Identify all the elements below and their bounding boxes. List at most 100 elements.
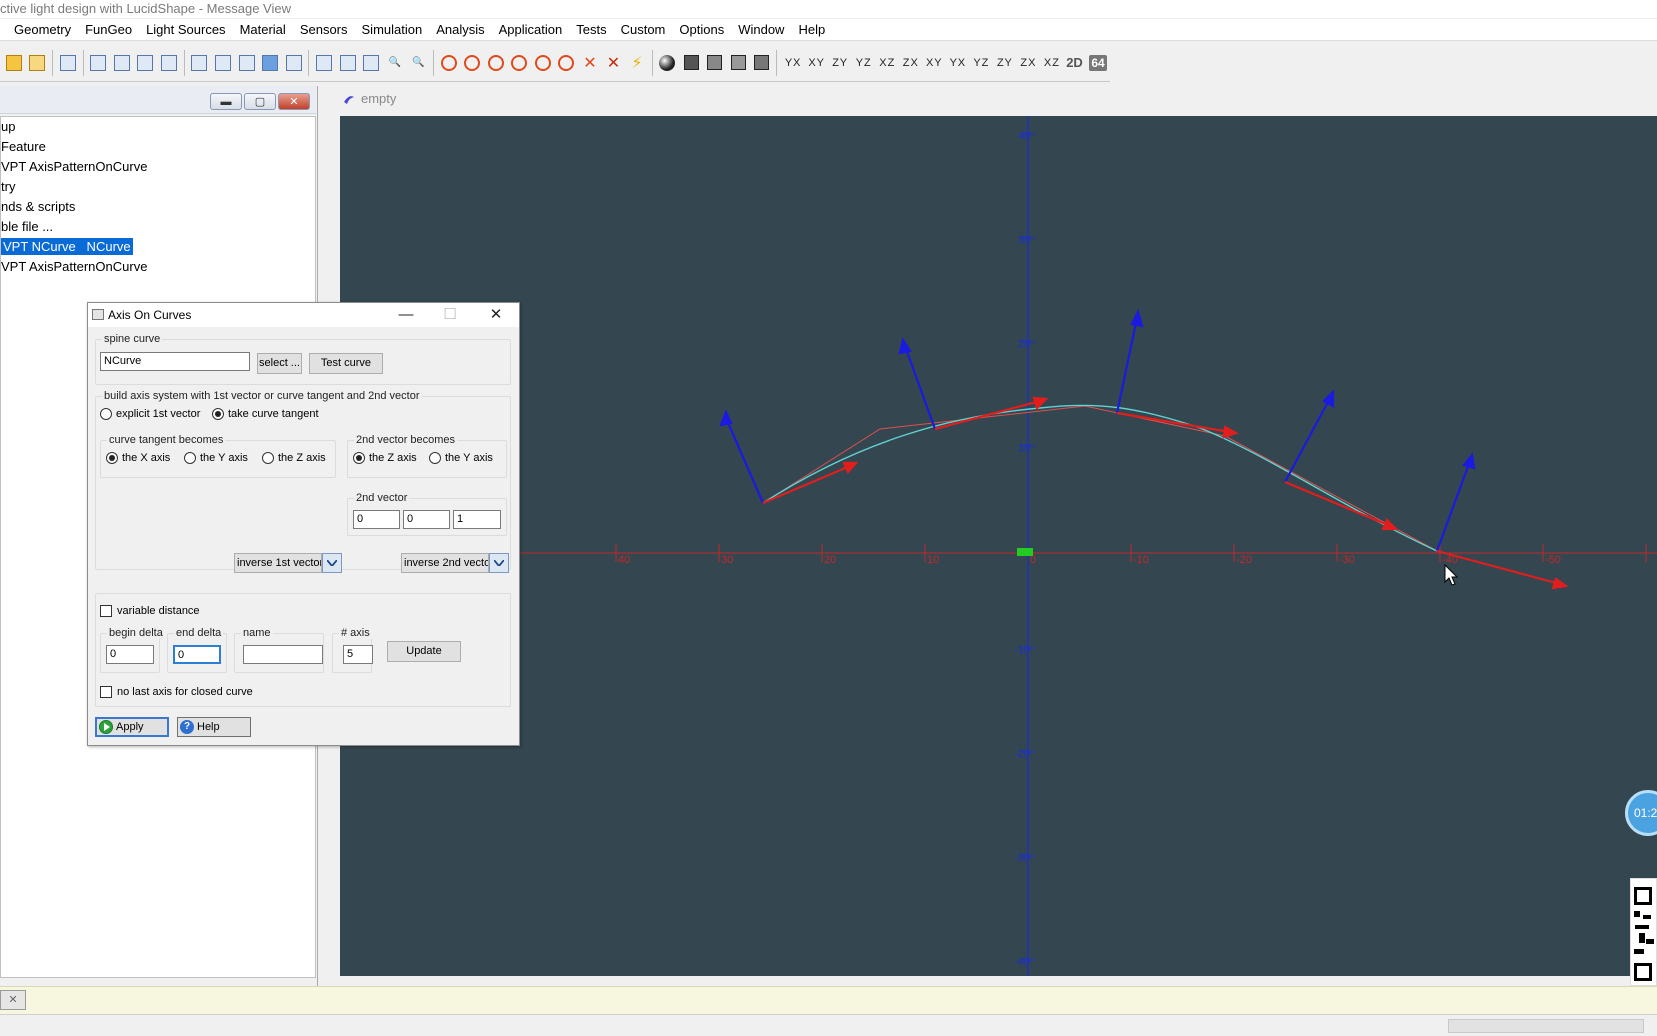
menu-geometry[interactable]: Geometry [0, 19, 78, 41]
menu-application[interactable]: Application [492, 19, 570, 41]
view-yx-icon[interactable]: Y X [782, 53, 802, 73]
explicit-1st-vector-radio[interactable]: explicit 1st vector [100, 408, 200, 420]
grid-m-icon[interactable] [486, 53, 506, 73]
view-xz-icon[interactable]: X Z [876, 53, 896, 73]
tangent-z-axis-radio[interactable]: the Z axis [262, 452, 326, 464]
test-curve-button[interactable]: Test curve [309, 353, 383, 374]
num-axis-input[interactable]: 5 [343, 645, 373, 664]
spine-curve-input[interactable]: NCurve [100, 352, 250, 371]
tree-item[interactable]: ble file ... [1, 217, 315, 237]
menu-light-sources[interactable]: Light Sources [139, 19, 233, 41]
boxes-icon[interactable] [752, 53, 772, 73]
view-zx-icon[interactable]: Z X [900, 53, 920, 73]
clear-messages-icon[interactable]: ✕ [0, 990, 26, 1010]
zoom-in-icon[interactable]: 🔍 [385, 53, 405, 73]
no-last-axis-checkbox[interactable]: no last axis for closed curve [100, 686, 253, 698]
restore-button[interactable]: ▢ [244, 93, 276, 110]
mesh-icon[interactable] [705, 53, 725, 73]
menu-options[interactable]: Options [672, 19, 731, 41]
variable-distance-checkbox[interactable]: variable distance [100, 605, 200, 617]
take-curve-tangent-radio[interactable]: take curve tangent [212, 408, 319, 420]
raster-icon[interactable] [260, 53, 280, 73]
view-2d-button[interactable]: 2D [1065, 53, 1085, 73]
lightning-icon[interactable]: ⚡ [627, 53, 647, 73]
view-xy2-icon[interactable]: X Y [924, 53, 944, 73]
blue-vector [724, 417, 765, 504]
cascade-windows-icon[interactable] [89, 53, 109, 73]
menu-help[interactable]: Help [791, 19, 832, 41]
layout-icon[interactable] [314, 53, 334, 73]
grid-r-icon[interactable] [533, 53, 553, 73]
grid-g-icon[interactable] [439, 53, 459, 73]
delete-all-icon[interactable]: ✕ [604, 53, 624, 73]
view-zy2-icon[interactable]: Z Y [994, 53, 1014, 73]
begin-delta-input[interactable]: 0 [106, 645, 154, 664]
close-button[interactable]: ✕ [278, 93, 310, 110]
menu-fungeo[interactable]: FunGeo [78, 19, 139, 41]
grid-icon[interactable] [462, 53, 482, 73]
tree-item-selected[interactable]: VPT NCurve NCurve [1, 237, 315, 257]
second-vector-z-input[interactable]: 1 [453, 510, 501, 529]
zoom-out-icon[interactable]: 🔍 [408, 53, 428, 73]
tangent-y-axis-radio[interactable]: the Y axis [184, 452, 248, 464]
view-zy-icon[interactable]: Z Y [829, 53, 849, 73]
minimize-icon[interactable]: — [384, 303, 428, 327]
menu-custom[interactable]: Custom [614, 19, 673, 41]
tile-vertical-icon[interactable] [112, 53, 132, 73]
name-input[interactable] [243, 645, 323, 664]
tree-item[interactable]: try [1, 177, 315, 197]
menu-window[interactable]: Window [731, 19, 791, 41]
apply-button[interactable]: Apply [95, 717, 169, 737]
view-yz2-icon[interactable]: Y Z [971, 53, 991, 73]
zoom-all-icon[interactable] [361, 53, 381, 73]
menu-simulation[interactable]: Simulation [355, 19, 430, 41]
fit-view-icon[interactable] [338, 53, 358, 73]
second-y-axis-radio[interactable]: the Y axis [429, 452, 493, 464]
open-folder-icon[interactable] [4, 53, 24, 73]
view-zx2-icon[interactable]: Z X [1018, 53, 1038, 73]
end-delta-input[interactable]: 0 [173, 645, 221, 664]
wire-icon[interactable] [728, 53, 748, 73]
help-button[interactable]: ? Help [177, 717, 251, 737]
view-xy-icon[interactable]: X Y [806, 53, 826, 73]
grid-alt-icon[interactable] [557, 53, 577, 73]
menu-sensors[interactable]: Sensors [293, 19, 355, 41]
delete-grid-icon[interactable]: ✕ [580, 53, 600, 73]
view-tab[interactable]: empty [333, 88, 396, 110]
grid-b-icon[interactable] [510, 53, 530, 73]
view-yz-icon[interactable]: Y Z [853, 53, 873, 73]
select-curve-button[interactable]: select ... [257, 353, 302, 374]
close-icon[interactable]: ✕ [474, 303, 518, 327]
chart-icon[interactable] [190, 53, 210, 73]
second-z-axis-radio[interactable]: the Z axis [353, 452, 417, 464]
view-yx2-icon[interactable]: Y X [947, 53, 967, 73]
second-vector-y-input[interactable]: 0 [403, 510, 450, 529]
shading-icon[interactable] [658, 53, 678, 73]
menu-material[interactable]: Material [233, 19, 293, 41]
print-icon[interactable] [58, 53, 78, 73]
tile-horizontal-icon[interactable] [136, 53, 156, 73]
view-xz2-icon[interactable]: X Z [1041, 53, 1061, 73]
status-scrollbar[interactable] [1448, 1019, 1644, 1033]
view-64-button[interactable]: 64 [1088, 53, 1108, 73]
solid-icon[interactable] [681, 53, 701, 73]
minimize-button[interactable]: ▬ [210, 93, 242, 110]
tree-item[interactable]: Feature [1, 137, 315, 157]
render-canvas[interactable]: 40 30 20 10 0 -10 -20 -30 -40 -50 40 30 … [340, 116, 1657, 976]
lamp-icon[interactable] [213, 53, 233, 73]
menu-analysis[interactable]: Analysis [429, 19, 491, 41]
graph-icon[interactable] [237, 53, 257, 73]
tree-item[interactable]: up [1, 117, 315, 137]
new-file-icon[interactable] [28, 53, 48, 73]
inverse-1st-vector-combo[interactable]: inverse 1st vector [234, 553, 342, 573]
report-icon[interactable] [284, 53, 304, 73]
tree-item[interactable]: VPT AxisPatternOnCurve [1, 257, 315, 277]
tree-item[interactable]: nds & scripts [1, 197, 315, 217]
inverse-2nd-vector-combo[interactable]: inverse 2nd vecto [401, 553, 509, 573]
second-vector-x-input[interactable]: 0 [353, 510, 400, 529]
menu-tests[interactable]: Tests [569, 19, 613, 41]
tree-item[interactable]: VPT AxisPatternOnCurve [1, 157, 315, 177]
tangent-x-axis-radio[interactable]: the X axis [106, 452, 170, 464]
arrange-icon[interactable] [159, 53, 179, 73]
update-button[interactable]: Update [387, 641, 461, 662]
